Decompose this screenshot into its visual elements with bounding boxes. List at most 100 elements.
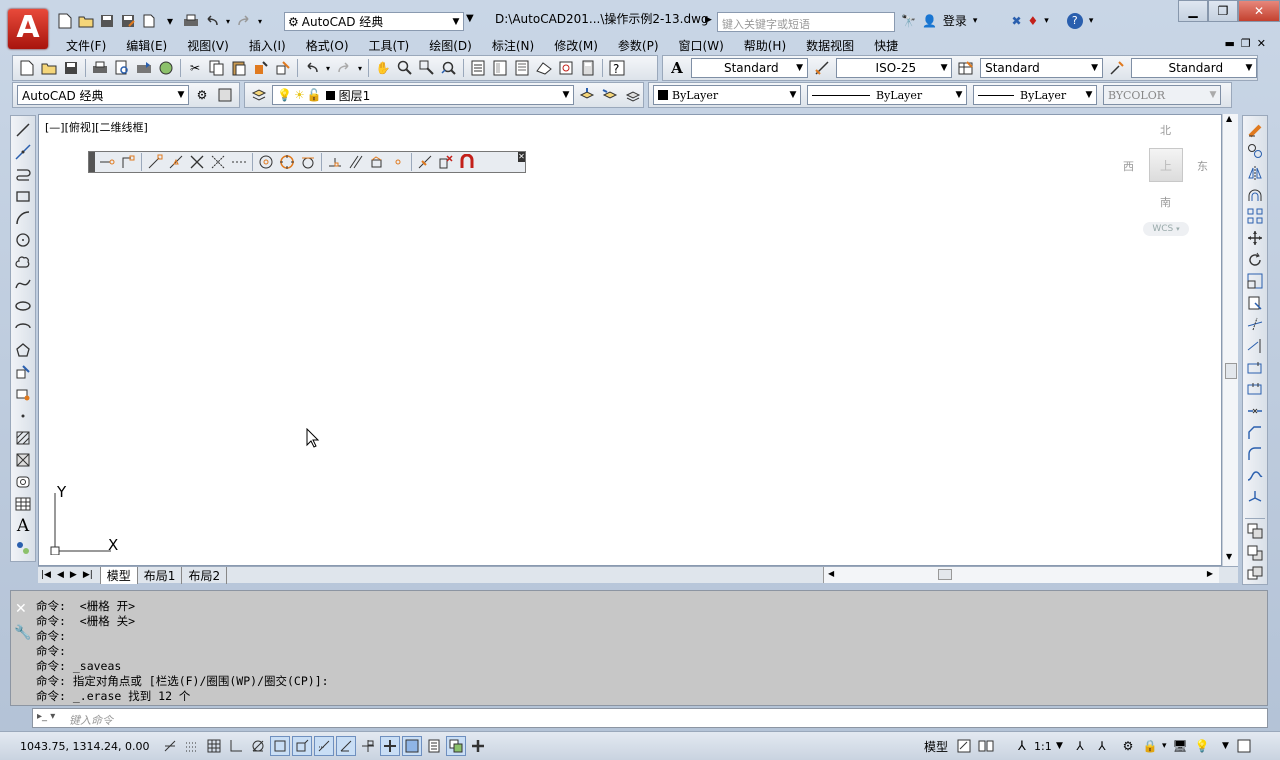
redo-list-icon[interactable]: ▾ <box>356 58 364 78</box>
menu-item-0[interactable]: 文件(F) <box>56 37 116 54</box>
drawing-area[interactable]: [—][俯视][二维线框] ✕ 北 西 东 南 上 WCS ▾ Y X <box>38 114 1222 566</box>
new-icon[interactable] <box>17 58 37 78</box>
layer-properties-icon[interactable] <box>249 85 269 105</box>
snap-from-icon[interactable] <box>118 152 138 172</box>
open-icon[interactable] <box>77 12 95 30</box>
move-icon[interactable] <box>1245 228 1265 248</box>
zoom-realtime-icon[interactable] <box>395 58 415 78</box>
tool-palettes-icon[interactable] <box>512 58 532 78</box>
properties-icon[interactable] <box>468 58 488 78</box>
copy-icon[interactable] <box>207 58 227 78</box>
line-icon[interactable] <box>13 120 33 140</box>
first-tab-icon[interactable]: |◀ <box>38 570 54 580</box>
menu-item-13[interactable]: 快捷 <box>864 37 908 54</box>
lock-ui-icon[interactable]: 🔒 <box>1140 736 1160 756</box>
workspace-select[interactable]: AutoCAD 经典 ▼ <box>17 85 189 105</box>
dynamic-ucs-icon[interactable] <box>336 736 356 756</box>
snap-quadrant-icon[interactable] <box>277 152 297 172</box>
wcs-menu[interactable]: WCS ▾ <box>1143 222 1189 236</box>
table-icon[interactable] <box>13 494 33 514</box>
multileader-style-icon[interactable] <box>1107 58 1127 78</box>
menu-item-1[interactable]: 编辑(E) <box>116 37 177 54</box>
snap-midpoint-icon[interactable] <box>166 152 186 172</box>
sheet-set-icon[interactable] <box>534 58 554 78</box>
save-icon[interactable] <box>61 58 81 78</box>
hatch-icon[interactable] <box>13 428 33 448</box>
tab-layout2[interactable]: 布局2 <box>182 566 228 584</box>
doc-restore-icon[interactable]: ❐ <box>1241 37 1251 50</box>
layer-select[interactable]: 💡 ☀ 🔓 图层1 ▼ <box>272 85 574 105</box>
autodesk-app-icon[interactable]: ♦ <box>1028 14 1039 28</box>
annotation-scale-icon[interactable]: ⅄ <box>1018 739 1026 754</box>
help-dropdown-icon[interactable]: ▾ <box>1089 16 1094 26</box>
paste-icon[interactable] <box>229 58 249 78</box>
lineweight-select[interactable]: ByLayer ▼ <box>973 85 1097 105</box>
toolbar-grip[interactable] <box>89 152 95 172</box>
hardware-acceleration-icon[interactable]: 🖥 <box>1170 736 1190 756</box>
infer-constraints-icon[interactable] <box>160 736 180 756</box>
redo-icon[interactable] <box>235 12 253 30</box>
application-menu-button[interactable]: A <box>8 9 48 49</box>
snap-node-icon[interactable] <box>388 152 408 172</box>
point-icon[interactable] <box>13 406 33 426</box>
scroll-left-icon[interactable]: ◀ <box>828 569 834 578</box>
command-input[interactable]: 键入命令 <box>32 708 1268 728</box>
last-tab-icon[interactable]: ▶| <box>80 570 96 580</box>
ellipse-arc-icon[interactable] <box>13 318 33 338</box>
menu-item-4[interactable]: 格式(O) <box>296 37 359 54</box>
table-style-select[interactable]: Standard ▼ <box>980 58 1103 78</box>
3d-dwf-icon[interactable] <box>156 58 176 78</box>
workspace-settings-icon[interactable]: ⚙ <box>192 85 212 105</box>
pentagon-icon[interactable] <box>13 340 33 360</box>
dynamic-input-icon[interactable] <box>358 736 378 756</box>
stretch-icon[interactable] <box>1245 293 1265 313</box>
make-block-icon[interactable] <box>13 384 33 404</box>
linetype-select[interactable]: ByLayer ▼ <box>807 85 967 105</box>
annotation-scale-value[interactable]: 1:1 <box>1034 740 1052 753</box>
text-style-icon[interactable]: A <box>667 58 687 78</box>
quickcalc-icon[interactable] <box>578 58 598 78</box>
text-style-select[interactable]: Standard ▼ <box>691 58 808 78</box>
user-icon[interactable]: 👤 <box>922 14 937 28</box>
array-icon[interactable] <box>1245 207 1265 227</box>
scroll-down-icon[interactable]: ▼ <box>1226 552 1232 561</box>
snap-parallel-icon[interactable] <box>346 152 366 172</box>
menu-item-11[interactable]: 帮助(H) <box>734 37 796 54</box>
object-snap-tracking-icon[interactable] <box>314 736 334 756</box>
snap-perpendicular-icon[interactable] <box>325 152 345 172</box>
auto-scale-icon[interactable]: ⅄ <box>1092 736 1112 756</box>
menu-item-8[interactable]: 修改(M) <box>544 37 608 54</box>
viewcube-west[interactable]: 西 <box>1123 158 1134 174</box>
vertical-scrollbar[interactable]: ▲ ▼ <box>1222 114 1238 566</box>
menu-item-2[interactable]: 视图(V) <box>177 37 239 54</box>
maximize-button[interactable]: ❐ <box>1208 0 1238 22</box>
trim-icon[interactable] <box>1245 315 1265 335</box>
vertical-scroll-thumb[interactable] <box>1225 363 1237 379</box>
undo-dropdown-icon[interactable]: ▾ <box>161 12 179 30</box>
status-tray-dropdown-icon[interactable]: ▼ <box>1222 741 1229 751</box>
redo-list-icon[interactable]: ▾ <box>256 12 264 30</box>
menu-item-10[interactable]: 窗口(W) <box>669 37 734 54</box>
add-selected-icon[interactable] <box>13 538 33 558</box>
snap-insert-icon[interactable] <box>367 152 387 172</box>
color-select[interactable]: ByLayer ▼ <box>653 85 801 105</box>
scale-icon[interactable] <box>1245 271 1265 291</box>
temporary-tracking-icon[interactable] <box>97 152 117 172</box>
horizontal-scroll-thumb[interactable] <box>938 569 952 580</box>
menu-item-3[interactable]: 插入(I) <box>239 37 296 54</box>
join-icon[interactable] <box>1245 401 1265 421</box>
model-space-button[interactable]: 模型 <box>924 738 948 755</box>
snap-endpoint-icon[interactable] <box>145 152 165 172</box>
circle-icon[interactable] <box>13 230 33 250</box>
lineweight-display-icon[interactable] <box>380 736 400 756</box>
region-icon[interactable] <box>13 472 33 492</box>
explode-icon[interactable] <box>1245 488 1265 508</box>
plot-preview-icon[interactable] <box>112 58 132 78</box>
copy-object-icon[interactable] <box>1245 142 1265 162</box>
open-icon[interactable] <box>39 58 59 78</box>
table-style-icon[interactable] <box>956 58 976 78</box>
3d-object-snap-icon[interactable] <box>292 736 312 756</box>
save-icon[interactable] <box>98 12 116 30</box>
blend-curves-icon[interactable] <box>1245 466 1265 486</box>
viewcube-south[interactable]: 南 <box>1160 194 1171 210</box>
